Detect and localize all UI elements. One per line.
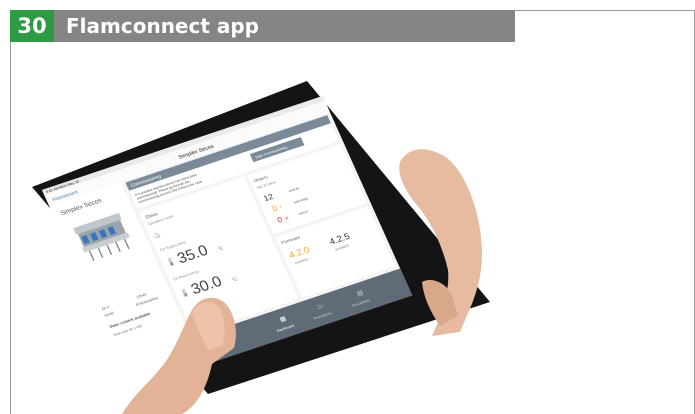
section-number: 30 <box>10 10 54 42</box>
frame-top-border <box>515 10 695 11</box>
frame-left-border <box>10 42 11 414</box>
section-header: 30 Flamconnect app <box>10 10 515 42</box>
section-title: Flamconnect app <box>66 14 259 38</box>
tablet-photo: 9:41 AM Wed May 18 Flamconnect Simplex S… <box>32 81 490 414</box>
